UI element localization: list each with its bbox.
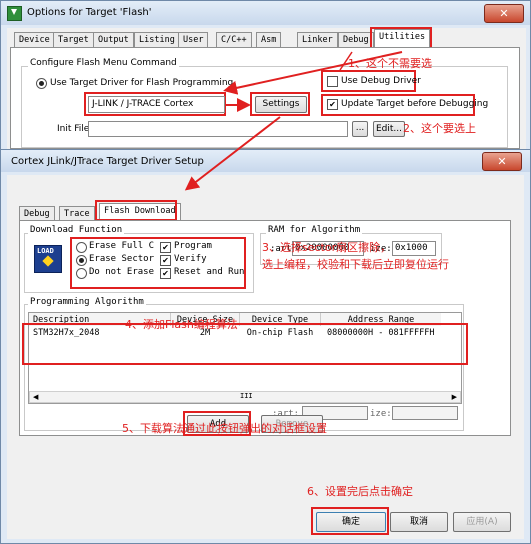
arrow-to-driver bbox=[223, 51, 403, 95]
annotation-arrows bbox=[184, 51, 403, 191]
arrow-to-flash-download bbox=[184, 116, 281, 191]
arrow-to-debug-driver bbox=[339, 51, 353, 71]
